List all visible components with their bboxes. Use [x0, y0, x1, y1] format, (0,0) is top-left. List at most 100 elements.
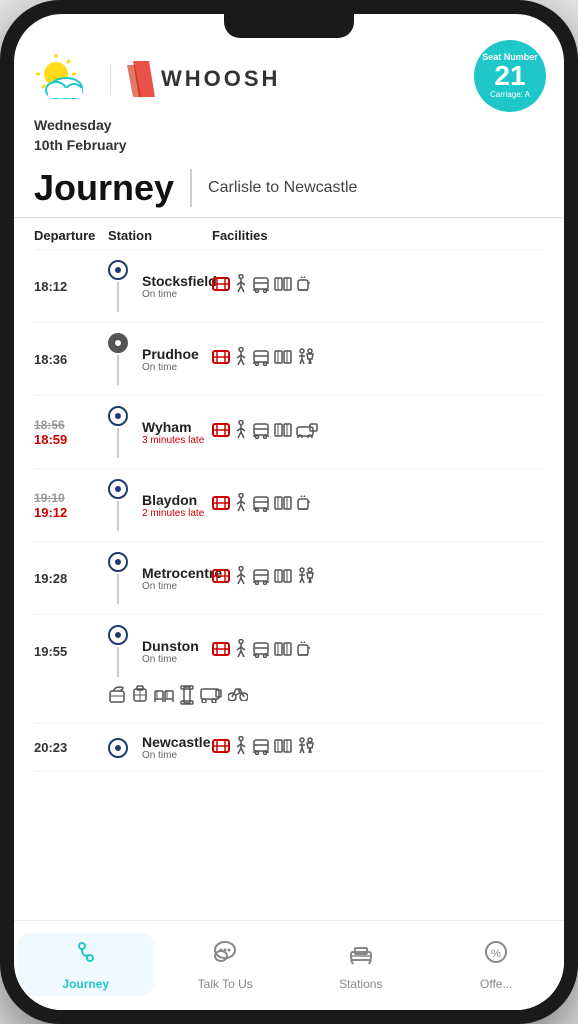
table-row: 18:12 Stocksfield On time — [34, 250, 544, 323]
toilet-icon — [296, 348, 316, 366]
station-name: Dunston — [142, 638, 199, 654]
dep-time: 19:55 — [34, 644, 104, 659]
date-section: Wednesday 10th February — [14, 114, 564, 163]
title-divider — [190, 169, 192, 207]
coffee-facility-icon — [296, 275, 312, 297]
book-facility-icon — [274, 641, 292, 661]
rail-facility-icon — [212, 739, 230, 757]
bike-icon — [228, 685, 248, 701]
nav-journey-label: Journey — [62, 977, 109, 991]
walk-facility-icon — [234, 493, 248, 517]
table-row: 20:23 Newcastle On time — [34, 724, 544, 772]
walk-facility-icon — [234, 566, 248, 590]
bus-facility-icon — [252, 567, 270, 589]
book-icon — [274, 738, 292, 754]
phone-notch — [224, 14, 354, 38]
rail-icon — [212, 739, 230, 753]
offers-nav-icon: % — [482, 938, 510, 973]
station-dot — [108, 625, 128, 645]
journey-nav-icon — [72, 938, 100, 973]
bus-facility-icon — [252, 275, 270, 297]
bus-facility-icon — [252, 348, 270, 370]
coffee-facility-icon — [296, 640, 312, 662]
bottom-nav: Journey Talk To Us — [14, 920, 564, 1010]
rail-facility-icon — [212, 496, 230, 514]
station-dot — [108, 552, 128, 572]
book-facility-icon — [274, 349, 292, 369]
extra-facilities — [108, 681, 544, 713]
table-section[interactable]: Departure Station Facilities 18:12 Stock… — [14, 218, 564, 920]
carriage-label: Carriage: A — [490, 90, 530, 99]
app-content: WHOOSH Seat Number 21 Carriage: A Wednes… — [14, 14, 564, 1010]
departure-col: 19:1019:12 — [34, 491, 104, 520]
col-facilities: Facilities — [212, 228, 544, 243]
nav-offers[interactable]: % Offe... — [429, 929, 565, 1000]
journey-title: Journey — [34, 167, 174, 209]
nav-talk[interactable]: Talk To Us — [158, 929, 294, 1000]
bus-icon — [252, 640, 270, 658]
dep-time: 19:28 — [34, 571, 104, 586]
facilities-col — [212, 420, 544, 444]
luggage-extra-icon — [132, 685, 148, 709]
departure-col: 19:28 — [34, 571, 104, 586]
timeline-connector — [117, 355, 119, 385]
station-name: Blaydon — [142, 492, 204, 508]
book-icon — [274, 276, 292, 292]
table-row: 19:55 Dunston On time — [34, 615, 544, 724]
station-info: Stocksfield On time — [142, 273, 217, 300]
bus-icon — [252, 567, 270, 585]
book-icon — [274, 568, 292, 584]
col-departure: Departure — [34, 228, 104, 243]
book-facility-icon — [274, 738, 292, 758]
station-status: 2 minutes late — [142, 508, 204, 519]
walk-icon — [234, 736, 248, 756]
toilet-facility-icon — [296, 567, 316, 589]
station-dot — [108, 333, 128, 353]
table-rows: 18:12 Stocksfield On time — [34, 250, 544, 772]
toilet-icon — [296, 567, 316, 585]
departure-col: 18:12 — [34, 279, 104, 294]
rail-icon — [212, 642, 230, 656]
dep-new: 19:12 — [34, 505, 104, 520]
nav-journey[interactable]: Journey — [18, 933, 154, 996]
route-text: Carlisle to Newcastle — [208, 179, 357, 197]
rail-facility-icon — [212, 642, 230, 660]
station-col: Wyham 3 minutes late — [108, 406, 208, 458]
bus2-extra-icon — [200, 685, 222, 709]
date-line2: 10th February — [34, 136, 544, 156]
walk-facility-icon — [234, 639, 248, 663]
coffee-icon — [296, 494, 312, 512]
dep-original: 19:10 — [34, 491, 104, 505]
rail-icon — [212, 569, 230, 583]
bus-facility-icon — [252, 494, 270, 516]
walk-icon — [234, 420, 248, 440]
nav-stations[interactable]: Stations — [293, 929, 429, 1000]
station-info: Metrocentre On time — [142, 565, 222, 592]
bus-icon — [252, 737, 270, 755]
dep-time: 18:36 — [34, 352, 104, 367]
station-dot — [108, 260, 128, 280]
station-name: Newcastle — [142, 734, 210, 750]
date-line1: Wednesday — [34, 116, 544, 136]
bus-facility-icon — [252, 640, 270, 662]
journey-title-bar: Journey Carlisle to Newcastle — [14, 163, 564, 218]
table-row: 18:5618:59 Wyham 3 minutes late — [34, 396, 544, 469]
station-info: Blaydon 2 minutes late — [142, 492, 204, 519]
coffee-icon — [296, 275, 312, 293]
rail-facility-icon — [212, 350, 230, 368]
timeline-connector — [117, 428, 119, 458]
col-station: Station — [108, 228, 208, 243]
station-status: On time — [142, 581, 222, 592]
walk-icon — [234, 639, 248, 659]
pillar-extra-icon — [180, 685, 194, 709]
bus-icon — [252, 494, 270, 512]
rail-facility-icon — [212, 423, 230, 441]
station-info: Prudhoe On time — [142, 346, 199, 373]
toilet-icon — [296, 737, 316, 755]
camper-icon — [296, 422, 318, 438]
table-row: 18:36 Prudhoe On time — [34, 323, 544, 396]
table-row: 19:28 Metrocentre On time — [34, 542, 544, 615]
bag-extra-icon — [108, 685, 126, 709]
phone-screen: WHOOSH Seat Number 21 Carriage: A Wednes… — [14, 14, 564, 1010]
station-dot — [108, 738, 128, 758]
